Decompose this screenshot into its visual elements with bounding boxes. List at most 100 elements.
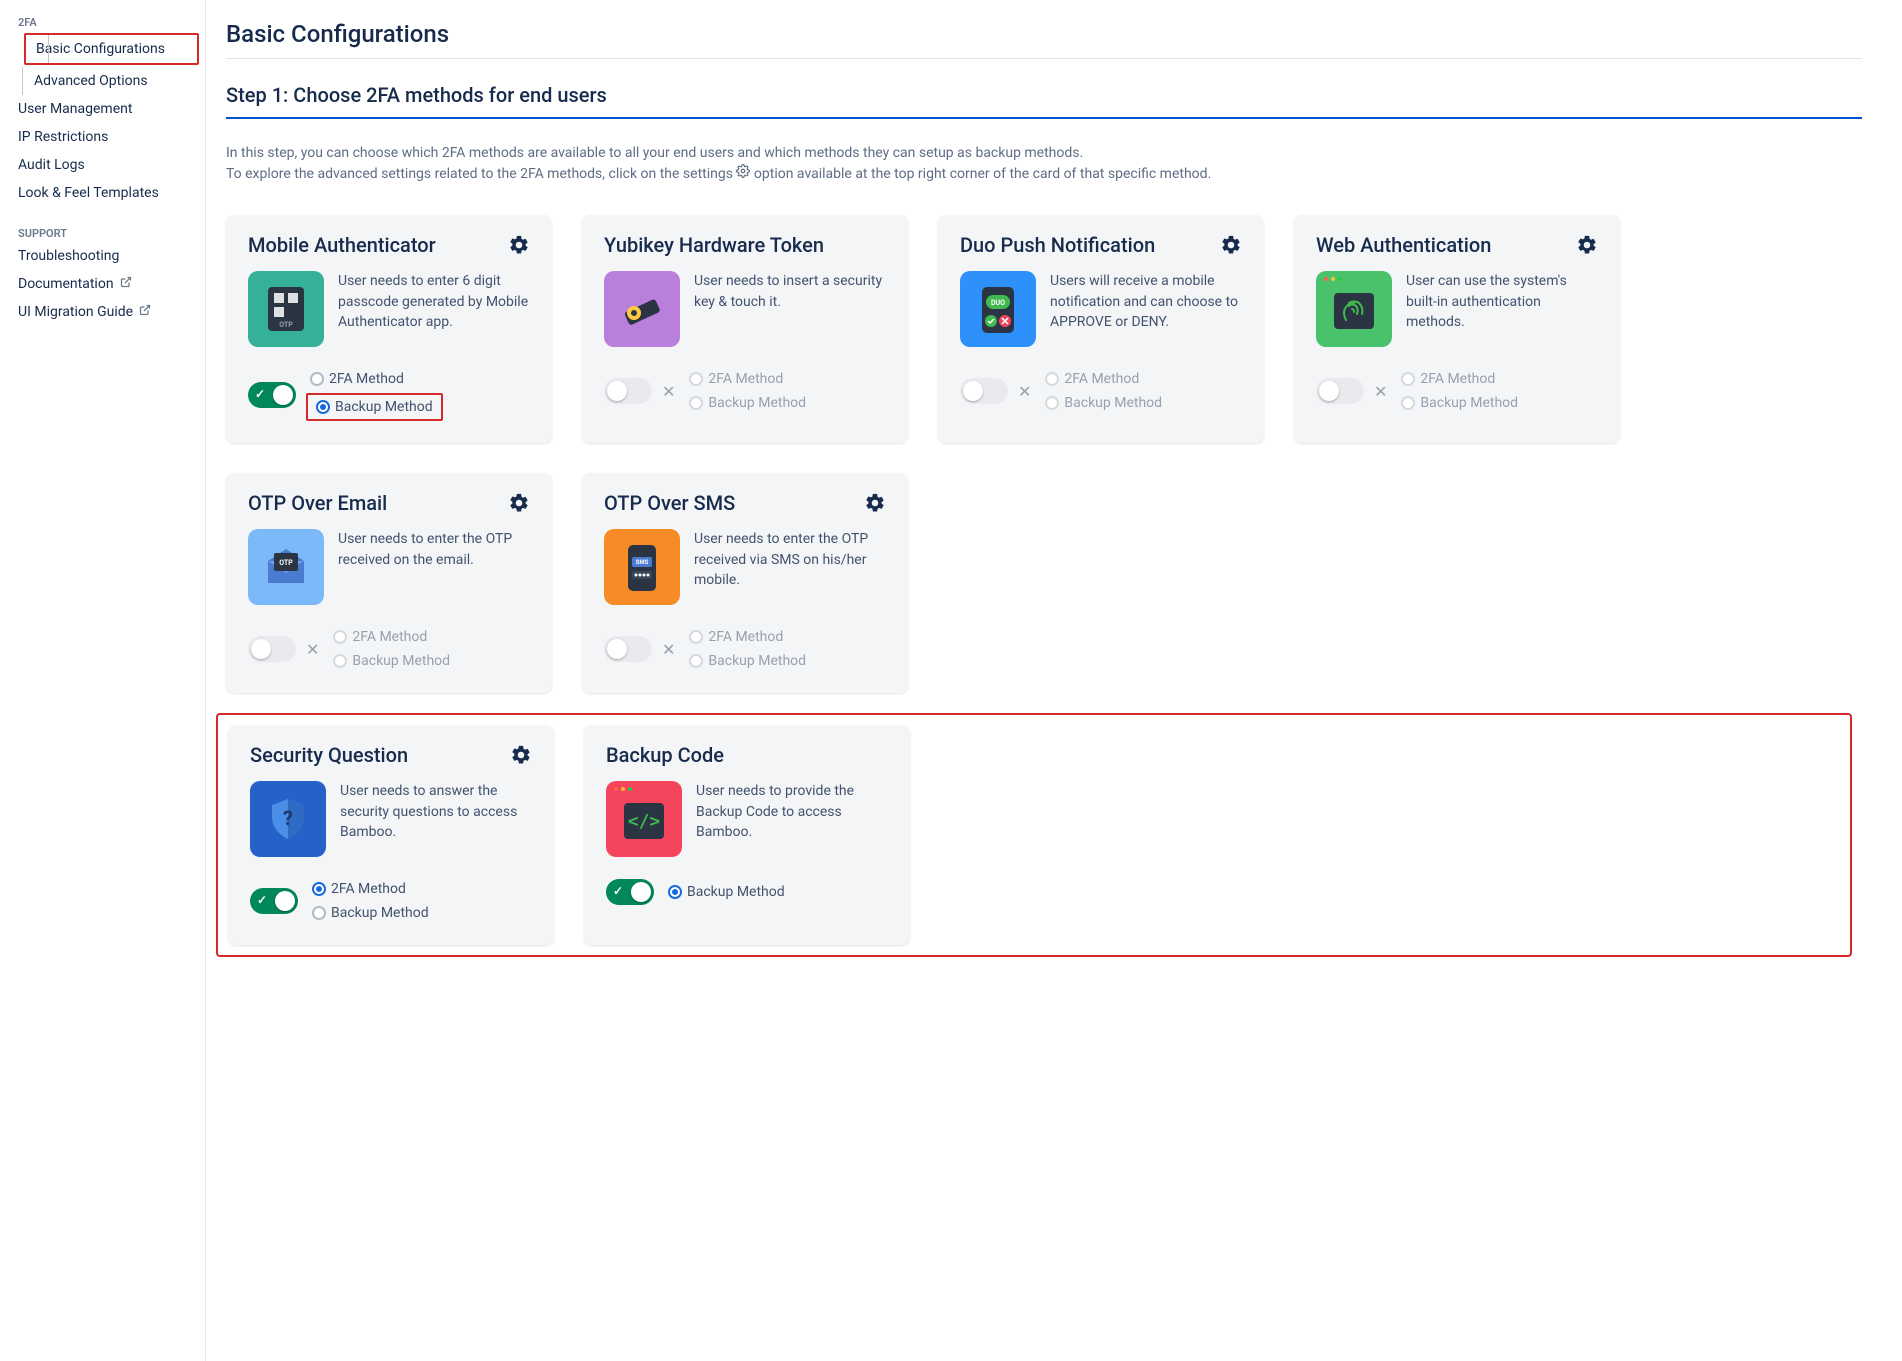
card-desc: User needs to enter the OTP received via…	[694, 529, 886, 590]
external-link-icon	[139, 304, 151, 320]
close-icon: ✕	[1018, 382, 1031, 401]
svg-text:OTP: OTP	[279, 559, 293, 567]
step-description: In this step, you can choose which 2FA m…	[226, 143, 1862, 185]
card-title: OTP Over SMS	[604, 491, 735, 515]
step-desc-line2a: To explore the advanced settings related…	[226, 166, 736, 182]
step-desc-line2: To explore the advanced settings related…	[226, 164, 1862, 185]
card-desc: User needs to enter the OTP received on …	[338, 529, 530, 570]
sidebar-item-label: Basic Configurations	[36, 41, 165, 57]
sidebar-item-ip-restrictions[interactable]: IP Restrictions	[0, 123, 205, 151]
enable-toggle[interactable]	[604, 636, 652, 662]
sidebar-item-basic-configurations[interactable]: Basic Configurations	[24, 33, 199, 65]
sidebar-item-troubleshooting[interactable]: Troubleshooting	[0, 242, 205, 270]
card-backup-code: Backup Code </> User needs to provide th…	[584, 725, 910, 945]
otp-email-icon: OTP	[248, 529, 324, 605]
card-title: Security Question	[250, 743, 408, 767]
radio-backup-method[interactable]: Backup Method	[308, 903, 433, 923]
radio-backup-method[interactable]: Backup Method	[664, 882, 789, 902]
main-content: Basic Configurations Step 1: Choose 2FA …	[206, 0, 1902, 1361]
gear-icon[interactable]	[864, 492, 886, 514]
radio-label: 2FA Method	[708, 371, 783, 387]
enable-toggle[interactable]	[248, 636, 296, 662]
close-icon: ✕	[1374, 382, 1387, 401]
gear-icon[interactable]	[1220, 234, 1242, 256]
svg-text:?: ?	[283, 806, 293, 830]
sidebar-item-documentation[interactable]: Documentation	[0, 270, 205, 298]
svg-text:OTP: OTP	[279, 321, 293, 329]
close-icon: ✕	[662, 382, 675, 401]
sidebar-item-label: Troubleshooting	[18, 248, 119, 264]
duo-icon: DUO	[960, 271, 1036, 347]
radio-backup-method[interactable]: Backup Method	[685, 393, 810, 413]
card-desc: User needs to provide the Backup Code to…	[696, 781, 888, 842]
radio-backup-method[interactable]: Backup Method	[685, 651, 810, 671]
enable-toggle[interactable]	[960, 378, 1008, 404]
gear-icon-inline	[736, 164, 750, 185]
radio-2fa-method[interactable]: 2FA Method	[308, 879, 410, 899]
radio-2fa-method[interactable]: 2FA Method	[1397, 369, 1499, 389]
step-desc-line1: In this step, you can choose which 2FA m…	[226, 143, 1862, 164]
yubikey-icon	[604, 271, 680, 347]
enable-toggle[interactable]	[606, 879, 654, 905]
backup-code-icon: </>	[606, 781, 682, 857]
radio-label: Backup Method	[1420, 395, 1518, 411]
sidebar-item-look-feel[interactable]: Look & Feel Templates	[0, 179, 205, 207]
close-icon: ✕	[662, 640, 675, 659]
card-desc: User needs to enter 6 digit passcode gen…	[338, 271, 530, 332]
card-title: Web Authentication	[1316, 233, 1491, 257]
gear-icon[interactable]	[510, 744, 532, 766]
otp-sms-icon: SMS	[604, 529, 680, 605]
svg-text:SMS: SMS	[636, 559, 649, 566]
enable-toggle[interactable]	[250, 888, 298, 914]
sidebar-item-migration-guide[interactable]: UI Migration Guide	[0, 298, 205, 326]
enable-toggle[interactable]	[1316, 378, 1364, 404]
backup-method-highlight: Backup Method	[306, 393, 443, 421]
card-title: Yubikey Hardware Token	[604, 233, 824, 257]
card-desc: User needs to insert a security key & to…	[694, 271, 886, 312]
sidebar-item-audit-logs[interactable]: Audit Logs	[0, 151, 205, 179]
sidebar-item-label: User Management	[18, 101, 132, 117]
radio-label: Backup Method	[708, 395, 806, 411]
sidebar-item-user-management[interactable]: User Management	[0, 95, 205, 123]
sidebar-item-label: Look & Feel Templates	[18, 185, 159, 201]
sidebar-item-label: IP Restrictions	[18, 129, 108, 145]
external-link-icon	[120, 276, 132, 292]
sidebar-section-support: SUPPORT	[0, 221, 205, 242]
security-question-icon: ?	[250, 781, 326, 857]
sidebar-section-2fa: 2FA	[0, 10, 205, 31]
radio-label: Backup Method	[687, 884, 785, 900]
close-icon: ✕	[306, 640, 319, 659]
radio-backup-method[interactable]: Backup Method	[329, 651, 454, 671]
page-title: Basic Configurations	[226, 20, 1862, 59]
radio-label: 2FA Method	[352, 629, 427, 645]
radio-label: 2FA Method	[1064, 371, 1139, 387]
radio-2fa-method[interactable]: 2FA Method	[1041, 369, 1143, 389]
radio-backup-method[interactable]: Backup Method	[1397, 393, 1522, 413]
card-duo: Duo Push Notification DUO Users will rec…	[938, 215, 1264, 443]
enable-toggle[interactable]	[248, 382, 296, 408]
gear-icon[interactable]	[1576, 234, 1598, 256]
radio-label: Backup Method	[1064, 395, 1162, 411]
card-title: Backup Code	[606, 743, 724, 767]
webauthn-icon	[1316, 271, 1392, 347]
radio-2fa-method[interactable]: 2FA Method	[685, 369, 787, 389]
sidebar-item-label: Documentation	[18, 276, 114, 292]
radio-2fa-method[interactable]: 2FA Method	[685, 627, 787, 647]
gear-icon[interactable]	[508, 234, 530, 256]
sidebar-item-advanced-options[interactable]: Advanced Options	[0, 67, 205, 95]
card-mobile-authenticator: Mobile Authenticator OTP User needs to e…	[226, 215, 552, 443]
radio-label: 2FA Method	[331, 881, 406, 897]
radio-2fa-method[interactable]: 2FA Method	[306, 369, 408, 389]
radio-label: 2FA Method	[1420, 371, 1495, 387]
radio-backup-method[interactable]: Backup Method	[1041, 393, 1166, 413]
radio-2fa-method[interactable]: 2FA Method	[329, 627, 431, 647]
card-yubikey: Yubikey Hardware Token User needs to ins…	[582, 215, 908, 443]
gear-icon[interactable]	[508, 492, 530, 514]
enable-toggle[interactable]	[604, 378, 652, 404]
step-title: Step 1: Choose 2FA methods for end users	[226, 83, 1862, 119]
card-otp-sms: OTP Over SMS SMS User needs to enter the…	[582, 473, 908, 693]
radio-backup-method[interactable]: Backup Method	[312, 397, 437, 417]
radio-label: 2FA Method	[708, 629, 783, 645]
card-security-question: Security Question ? User needs to answer…	[228, 725, 554, 945]
radio-label: Backup Method	[708, 653, 806, 669]
